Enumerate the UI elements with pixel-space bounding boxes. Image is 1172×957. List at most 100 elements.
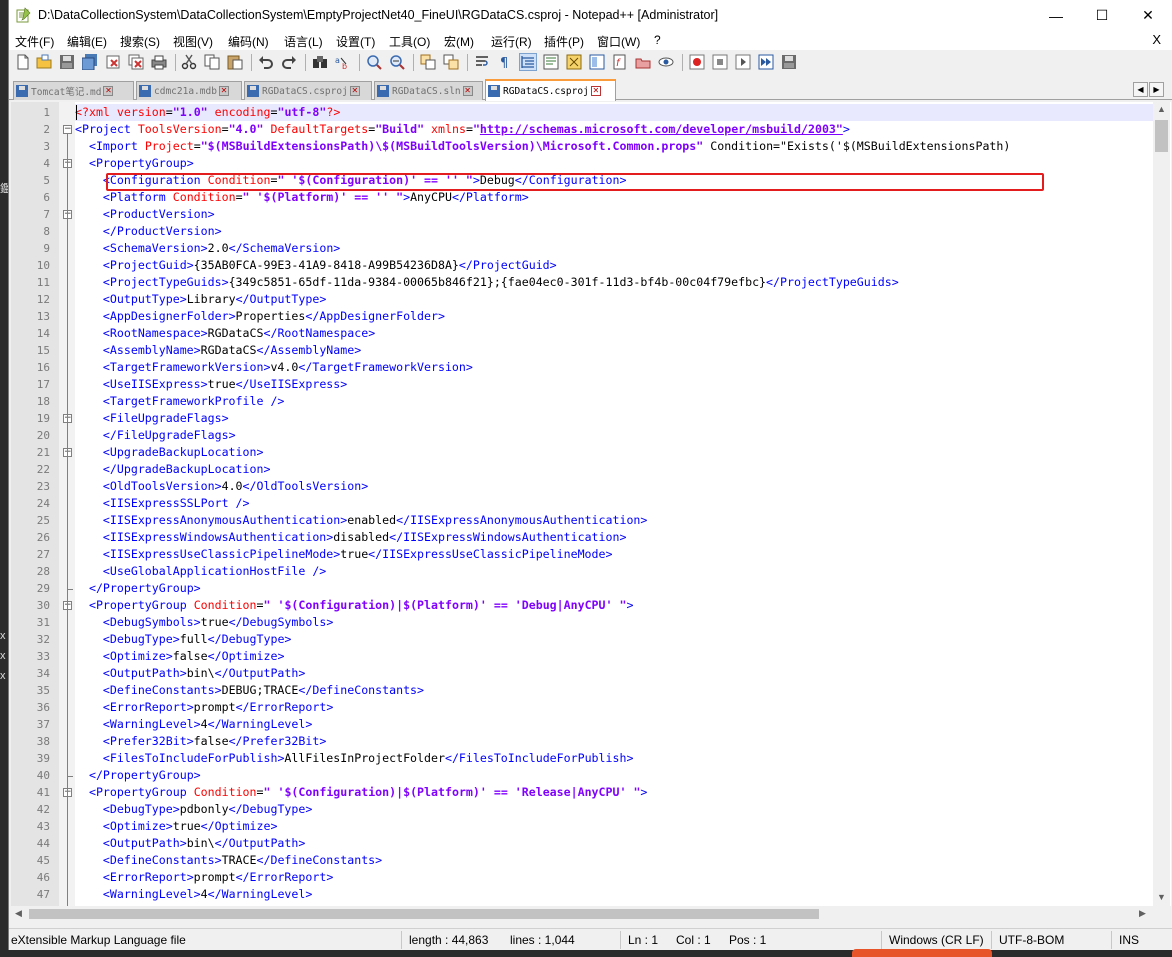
code-line: <ProjectGuid>{35AB0FCA-99E3-41A9-8418-A9… [102, 258, 557, 272]
status-eol: Windows (CR LF) [889, 933, 984, 947]
menu-edit[interactable]: 编辑(E) [67, 33, 107, 50]
paste-icon[interactable] [227, 54, 243, 70]
undo-icon[interactable] [258, 54, 274, 70]
line-number: 15 [36, 344, 50, 357]
tab-label: RGDataCS.csproj [262, 85, 348, 97]
scroll-down-icon[interactable]: ▼ [1157, 892, 1166, 902]
zoom-out-icon[interactable] [389, 54, 405, 70]
status-separator [1111, 931, 1112, 949]
stop-macro-icon[interactable] [712, 54, 728, 70]
copy-icon[interactable] [204, 54, 220, 70]
code-line: </ProductVersion> [102, 224, 222, 238]
line-number: 13 [36, 310, 50, 323]
save-all-icon[interactable] [82, 54, 98, 70]
scroll-left-icon[interactable]: ◀ [15, 908, 22, 919]
document-map-icon[interactable] [566, 54, 582, 70]
tab-close-icon[interactable]: ✕ [349, 86, 360, 96]
code-line: <IISExpressWindowsAuthentication>disable… [102, 530, 627, 544]
menu-run[interactable]: 运行(R) [491, 33, 532, 50]
print-icon[interactable] [151, 54, 167, 70]
sync-vertical-icon[interactable] [420, 54, 436, 70]
minimize-button[interactable]: — [1033, 0, 1079, 31]
eye-icon[interactable] [658, 54, 674, 70]
open-file-icon[interactable] [36, 54, 52, 70]
record-macro-icon[interactable] [689, 54, 705, 70]
code-line: <IISExpressUseClassicPipelineMode>true</… [102, 547, 613, 561]
menu-view[interactable]: 视图(V) [173, 33, 213, 50]
run-macro-multiple-icon[interactable] [758, 54, 774, 70]
maximize-button[interactable]: ☐ [1079, 0, 1125, 31]
menu-tools[interactable]: 工具(O) [389, 33, 430, 50]
tab-rgdatacs-csproj-active[interactable]: RGDataCS.csproj ✕ [485, 79, 616, 101]
tab-scroll-right-icon[interactable]: ▶ [1149, 82, 1164, 97]
code-line: <FileUpgradeFlags> [102, 411, 229, 425]
tab-scroll-left-icon[interactable]: ◀ [1133, 82, 1148, 97]
status-separator [620, 931, 621, 949]
line-number: 20 [36, 429, 50, 442]
tab-rgdatacs-csproj-1[interactable]: RGDataCS.csproj ✕ [244, 81, 372, 100]
line-number: 8 [43, 225, 50, 238]
status-separator [991, 931, 992, 949]
tab-cdmc21a[interactable]: cdmc21a.mdb ✕ [136, 81, 242, 100]
line-number: 46 [36, 871, 50, 884]
code-line: <PropertyGroup Condition=" '$(Configurat… [88, 598, 634, 612]
tab-close-icon[interactable]: ✕ [462, 86, 473, 96]
menu-macro[interactable]: 宏(M) [444, 33, 474, 50]
menu-encoding[interactable]: 编码(N) [228, 33, 269, 50]
sync-horizontal-icon[interactable] [443, 54, 459, 70]
toolbar: ab ¶ f [9, 50, 1172, 76]
show-all-chars-icon[interactable]: ¶ [497, 54, 513, 70]
saved-file-icon [247, 85, 259, 97]
fold-toggle-icon[interactable]: − [63, 125, 72, 134]
menu-language[interactable]: 语言(L) [284, 33, 323, 50]
close-document-x[interactable]: X [1152, 32, 1161, 47]
find-icon[interactable] [312, 54, 328, 70]
horizontal-scroll-thumb[interactable] [29, 909, 819, 919]
new-file-icon[interactable] [15, 54, 31, 70]
tab-tomcat-notes[interactable]: Tomcat笔记.md ✕ [13, 81, 134, 100]
close-file-icon[interactable] [105, 54, 121, 70]
menu-search[interactable]: 搜索(S) [120, 33, 160, 50]
code-line: <OutputPath>bin\</OutputPath> [102, 836, 306, 850]
tab-close-icon[interactable]: ✕ [218, 86, 229, 96]
menu-settings[interactable]: 设置(T) [336, 33, 375, 50]
menu-plugins[interactable]: 插件(P) [544, 33, 584, 50]
code-line: <DefineConstants>DEBUG;TRACE</DefineCons… [102, 683, 425, 697]
saved-file-icon [139, 85, 151, 97]
menu-window[interactable]: 窗口(W) [597, 33, 640, 50]
replace-icon[interactable]: ab [335, 54, 351, 70]
tab-close-icon[interactable]: ✕ [590, 86, 601, 96]
cut-icon[interactable] [181, 54, 197, 70]
vertical-scroll-thumb[interactable] [1155, 120, 1168, 152]
save-macro-icon[interactable] [781, 54, 797, 70]
user-defined-language-icon[interactable] [543, 54, 559, 70]
monitoring-icon[interactable] [635, 54, 651, 70]
indent-guide-icon[interactable] [519, 53, 537, 71]
redo-icon[interactable] [281, 54, 297, 70]
menu-help[interactable]: ? [654, 33, 661, 47]
status-bar: eXtensible Markup Language file length :… [9, 928, 1172, 950]
toolbar-separator [413, 54, 414, 71]
zoom-in-icon[interactable] [366, 54, 382, 70]
line-number: 14 [36, 327, 50, 340]
code-line: <?xml version="1.0" encoding="utf-8"?> [75, 105, 341, 119]
notepadpp-app-icon [16, 7, 31, 23]
tab-close-icon[interactable]: ✕ [103, 86, 114, 96]
word-wrap-icon[interactable] [474, 54, 490, 70]
play-macro-icon[interactable] [735, 54, 751, 70]
toolbar-separator [359, 54, 360, 71]
close-button[interactable]: ✕ [1125, 0, 1171, 31]
tab-rgdatacs-sln[interactable]: RGDataCS.sln ✕ [374, 81, 483, 100]
function-list-icon[interactable] [589, 54, 605, 70]
close-all-icon[interactable] [128, 54, 144, 70]
scroll-right-icon[interactable]: ▶ [1139, 908, 1146, 919]
save-icon[interactable] [59, 54, 75, 70]
text-editor[interactable]: <?xml version="1.0" encoding="utf-8"?> <P… [11, 102, 1171, 906]
line-number: 45 [36, 854, 50, 867]
folder-as-workspace-icon[interactable]: f [612, 54, 628, 70]
status-separator [401, 931, 402, 949]
vertical-scrollbar[interactable]: ▲ ▼ [1153, 102, 1170, 906]
menu-file[interactable]: 文件(F) [15, 33, 54, 50]
scroll-up-icon[interactable]: ▲ [1157, 104, 1166, 114]
horizontal-scrollbar[interactable]: ◀ ▶ [11, 906, 1154, 922]
